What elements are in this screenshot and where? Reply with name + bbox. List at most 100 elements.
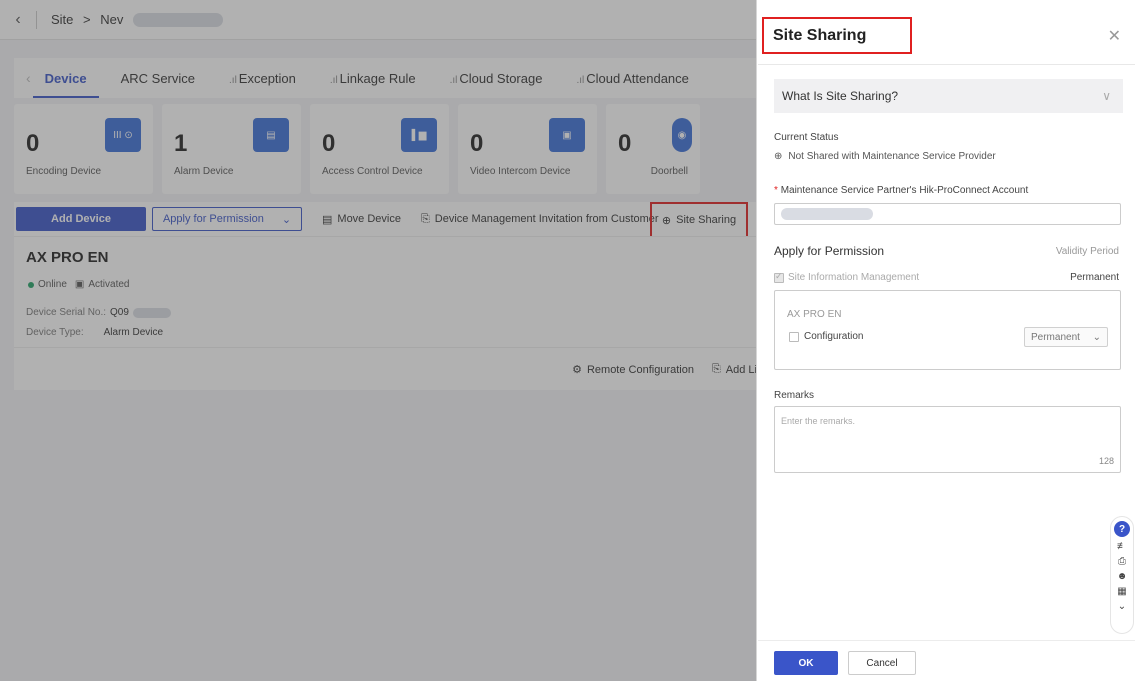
- what-is-site-sharing-collapse[interactable]: What Is Site Sharing? ∨: [774, 79, 1123, 113]
- remarks-label: Remarks: [774, 390, 815, 401]
- serial-label: Device Serial No.:: [26, 307, 107, 318]
- close-icon[interactable]: ✕: [1108, 26, 1121, 46]
- add-linkage-icon: ⎘: [711, 363, 721, 375]
- card-video-intercom-device[interactable]: 0 ▣ Video Intercom Device: [458, 104, 597, 194]
- tab-cloud-attendance[interactable]: .ıl Cloud Attendance: [576, 71, 688, 86]
- action-bar: Add Device Apply for Permission ⌄ ▤ Move…: [14, 202, 756, 238]
- account-field-label: * Maintenance Service Partner's Hik-ProC…: [774, 185, 1028, 196]
- cancel-button[interactable]: Cancel: [848, 651, 916, 675]
- apply-permission-dropdown[interactable]: Apply for Permission ⌄: [152, 207, 302, 231]
- invitation-button[interactable]: ⎘ Device Management Invitation from Cust…: [421, 213, 659, 226]
- site-info-permission-row: Site Information Management Permanent: [774, 271, 1119, 283]
- top-bar: ‹ Site > Nev: [0, 0, 756, 40]
- divider: [758, 64, 1135, 65]
- online-label: Online: [38, 279, 67, 290]
- site-sharing-label: Site Sharing: [676, 214, 737, 226]
- configuration-checkbox[interactable]: [789, 331, 799, 342]
- card-label: Video Intercom Device: [470, 166, 571, 177]
- signal-icon: .ıl: [576, 74, 585, 86]
- breadcrumb-separator: >: [83, 11, 91, 27]
- type-label: Device Type:: [26, 327, 84, 338]
- site-sharing-drawer: Site Sharing ✕ What Is Site Sharing? ∨ C…: [758, 0, 1135, 681]
- remarks-char-count: 128: [1098, 456, 1114, 466]
- tab-arc-service[interactable]: ARC Service: [121, 71, 195, 86]
- move-device-label: Move Device: [337, 213, 401, 225]
- apply-permission-label: Apply for Permission: [162, 213, 264, 225]
- tab-exception-label: Exception: [238, 70, 296, 86]
- remote-configuration-button[interactable]: ⚙ Remote Configuration: [572, 363, 694, 377]
- card-access-control-device[interactable]: 0 ▌▆ Access Control Device: [310, 104, 449, 194]
- nvr-icon: III ⊙: [105, 118, 141, 152]
- required-marker: *: [774, 185, 778, 196]
- breadcrumb: Site > Nev: [51, 12, 229, 28]
- access-control-icon: ▌▆: [401, 118, 437, 152]
- card-encoding-device[interactable]: 0 III ⊙ Encoding Device: [14, 104, 153, 194]
- type-row: Device Type: Alarm Device: [26, 327, 163, 338]
- tab-cloud-storage[interactable]: .ıl Cloud Storage: [450, 71, 543, 86]
- tab-linkage-rule[interactable]: .ıl Linkage Rule: [330, 71, 416, 86]
- robot-icon[interactable]: ☻: [1117, 571, 1128, 582]
- configuration-period-value: Permanent: [1031, 331, 1080, 343]
- remarks-textarea[interactable]: Enter the remarks. 128: [774, 406, 1121, 473]
- serial-value: Q09: [110, 307, 129, 318]
- site-info-checkbox-group: Site Information Management: [774, 271, 919, 283]
- add-device-button[interactable]: Add Device: [16, 207, 146, 231]
- type-value: Alarm Device: [103, 327, 164, 338]
- site-sharing-button[interactable]: ⊕ Site Sharing: [650, 202, 748, 238]
- card-count: 0: [322, 130, 336, 157]
- device-status: Online ▣ Activated: [28, 279, 130, 290]
- chevron-left-icon[interactable]: ‹: [26, 70, 31, 86]
- help-icon[interactable]: ?: [1114, 521, 1130, 537]
- double-chevron-down-icon: ∨: [1102, 89, 1111, 103]
- print-icon[interactable]: ⎙: [1118, 556, 1126, 567]
- chevron-down-icon: ⌄: [281, 213, 292, 226]
- breadcrumb-current: Nev: [100, 11, 124, 27]
- add-linkage-label: Add Li: [725, 363, 757, 376]
- blurred-account: [781, 208, 873, 220]
- validity-period-heading: Validity Period: [1055, 245, 1119, 257]
- current-status-label: Current Status: [774, 132, 839, 143]
- invitation-icon: ⎘: [420, 212, 430, 225]
- card-label: Doorbell: [650, 166, 688, 177]
- chevron-left-icon[interactable]: ‹: [0, 11, 36, 29]
- divider: [758, 640, 1135, 641]
- online-dot-icon: [28, 281, 34, 288]
- account-label-text: Maintenance Service Partner's Hik-ProCon…: [780, 185, 1029, 196]
- tab-bar: ‹ Device ARC Service .ıl Exception .ıl Lin…: [14, 58, 756, 98]
- device-type-cards: 0 III ⊙ Encoding Device 1 ▤ Alarm Device…: [14, 104, 700, 194]
- site-info-period: Permanent: [1070, 272, 1119, 283]
- tab-cloud-storage-label: Cloud Storage: [459, 70, 543, 86]
- device-permission-box: AX PRO EN Configuration Permanent ⌄: [774, 290, 1121, 370]
- card-doorbell[interactable]: 0 ◉ Doorbell: [606, 104, 700, 194]
- device-name: AX PRO EN: [26, 249, 109, 266]
- card-label: Access Control Device: [322, 166, 423, 177]
- ok-button[interactable]: OK: [774, 651, 838, 675]
- what-is-label: What Is Site Sharing?: [782, 89, 899, 103]
- intercom-icon: ▣: [549, 118, 585, 152]
- card-count: 0: [26, 130, 40, 157]
- current-status: ⊕ Not Shared with Maintenance Service Pr…: [774, 151, 996, 162]
- card-count: 1: [174, 130, 188, 157]
- tab-exception[interactable]: .ıl Exception: [229, 71, 296, 86]
- card-alarm-device[interactable]: 1 ▤ Alarm Device: [162, 104, 301, 194]
- blurred-serial: [132, 307, 171, 318]
- alarm-panel-icon: ▤: [253, 118, 289, 152]
- tab-device[interactable]: Device: [32, 71, 99, 98]
- breadcrumb-site[interactable]: Site: [51, 12, 73, 27]
- activated-icon: ▣: [74, 279, 85, 290]
- card-count: 0: [618, 130, 632, 157]
- move-device-button[interactable]: ▤ Move Device: [322, 213, 401, 226]
- apply-permission-heading: Apply for Permission: [774, 244, 885, 258]
- invitation-label: Device Management Invitation from Custom…: [434, 213, 659, 225]
- configuration-period-select[interactable]: Permanent ⌄: [1024, 327, 1108, 347]
- card-count: 0: [470, 130, 484, 157]
- chevron-down-icon[interactable]: ⌄: [1118, 601, 1126, 612]
- gift-icon[interactable]: ▦: [1117, 586, 1126, 597]
- add-linkage-button[interactable]: ⎘ Add Li: [711, 363, 757, 376]
- account-input[interactable]: [774, 203, 1121, 225]
- site-info-checkbox: [774, 271, 784, 283]
- permission-header: Apply for Permission Validity Period: [774, 244, 1119, 258]
- floating-toolbar: ? ≢ ⎙ ☻ ▦ ⌄: [1110, 516, 1134, 634]
- pin-icon[interactable]: ≢: [1117, 541, 1127, 552]
- signal-icon: .ıl: [229, 74, 237, 86]
